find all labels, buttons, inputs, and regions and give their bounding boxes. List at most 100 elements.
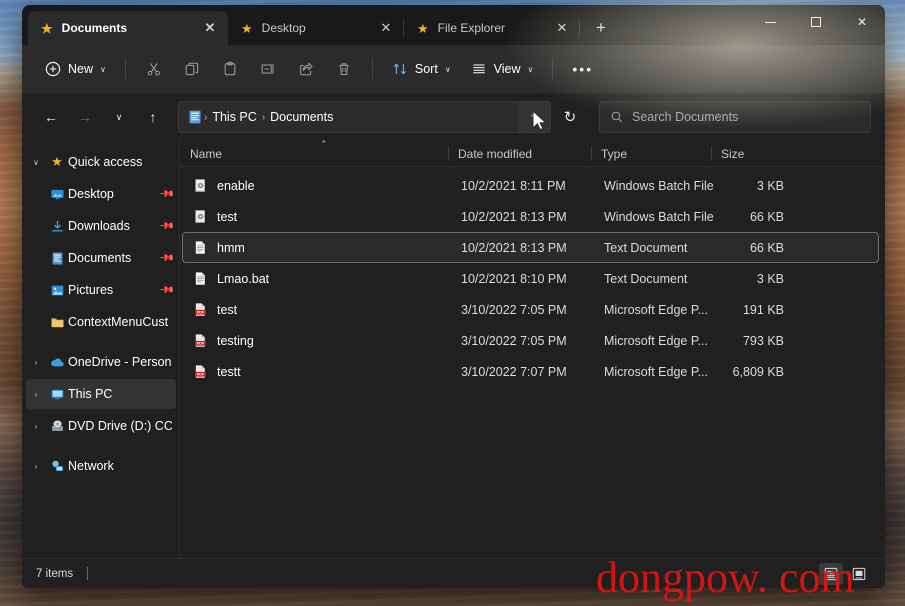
details-view-button[interactable] [819,562,843,585]
svg-text:PDF: PDF [197,341,205,346]
search-input[interactable]: Search Documents [632,110,738,124]
sidebar-item-this-pc[interactable]: › This PC [26,379,176,409]
column-header-name[interactable]: Name ⌃ [180,139,448,166]
close-window-button[interactable]: ✕ [839,5,885,39]
sidebar-item-pictures[interactable]: Pictures 📌 [26,275,176,305]
cut-button[interactable] [136,53,172,85]
sidebar-item-quick-access[interactable]: ∨ ★ Quick access [26,147,176,177]
file-name-cell: hmm [183,240,451,255]
chevron-right-icon[interactable]: › [26,390,46,399]
sidebar-item-network[interactable]: › Network [26,451,176,481]
pin-icon[interactable]: 📌 [157,218,174,235]
pin-icon[interactable]: 📌 [157,250,174,267]
pin-icon[interactable]: 📌 [157,282,174,299]
sidebar-item-desktop[interactable]: Desktop 📌 [26,179,176,209]
column-header-date-modified[interactable]: Date modified [448,141,591,166]
maximize-button[interactable] [793,5,839,39]
table-row[interactable]: PDF testing 3/10/2022 7:05 PM Microsoft … [182,325,879,356]
onedrive-icon [46,354,68,370]
chevron-right-icon[interactable]: › [26,422,46,431]
large-icons-view-button[interactable] [847,563,871,585]
paste-button[interactable] [212,53,248,85]
address-bar[interactable]: › This PC › Documents ∨ [178,101,551,133]
documents-icon [46,251,68,266]
more-options-button[interactable]: ••• [563,53,602,85]
close-icon[interactable]: ✕ [374,16,398,40]
search-icon [611,111,623,123]
file-size-cell: 66 KB [749,209,784,224]
address-dropdown-button[interactable]: ∨ [518,102,550,132]
new-tab-button[interactable]: + [586,13,616,43]
tab-label: Documents [61,21,127,35]
table-row[interactable]: test 10/2/2021 8:13 PM Windows Batch Fil… [182,201,879,232]
table-row[interactable]: Lmao.bat 10/2/2021 8:10 PM Text Document… [182,263,879,294]
minimize-button[interactable] [747,5,793,39]
file-list-pane: Name ⌃ Date modified Type Size enable 10… [180,139,885,558]
sidebar-item-label: OneDrive - Personal [68,355,172,369]
sidebar-item-onedrive[interactable]: › OneDrive - Personal [26,347,176,377]
refresh-button[interactable]: ↻ [555,102,585,132]
file-name-cell: PDF testing [183,333,451,348]
clipboard-icon [224,61,236,76]
table-row[interactable]: enable 10/2/2021 8:11 PM Windows Batch F… [182,170,879,201]
breadcrumb-documents[interactable]: Documents [266,110,337,124]
table-row[interactable]: PDF testt 3/10/2022 7:07 PM Microsoft Ed… [182,356,879,387]
column-header-type[interactable]: Type [591,141,711,166]
sidebar-item-dvd-drive[interactable]: › DVD Drive (D:) CCCO [26,411,176,441]
file-size-cell: 6,809 KB [732,364,784,379]
details-view-icon [824,567,838,580]
star-icon: ★ [51,154,63,169]
sort-button-label: Sort [414,62,438,76]
file-date-cell: 3/10/2022 7:05 PM [461,302,567,317]
file-type-cell: Text Document [604,271,688,286]
pictures-icon [46,283,68,298]
file-type-cell: Microsoft Edge P... [604,302,708,317]
copy-icon [185,62,198,76]
close-icon[interactable]: ✕ [550,16,574,40]
file-name-cell: test [183,209,451,224]
tab-desktop[interactable]: ★ Desktop ✕ [228,11,404,45]
address-bar-row: ← → ∨ ↑ › This PC › Documents ∨ ↻ Search… [22,93,885,141]
back-button[interactable]: ← [36,102,66,132]
large-icons-view-icon [852,567,866,580]
toolbar-divider [552,59,554,79]
tab-file-explorer[interactable]: ★ File Explorer ✕ [404,11,580,45]
breadcrumb-this-pc[interactable]: This PC [208,110,260,124]
share-button[interactable] [288,53,324,85]
copy-button[interactable] [174,53,210,85]
new-button[interactable]: New ∨ [36,53,115,85]
chevron-right-icon[interactable]: › [26,462,46,471]
forward-button[interactable]: → [70,102,100,132]
status-divider [87,567,89,580]
tab-label: File Explorer [437,21,506,35]
column-headers: Name ⌃ Date modified Type Size [180,139,885,167]
column-header-size[interactable]: Size [711,141,791,166]
recent-locations-button[interactable]: ∨ [104,102,134,132]
close-icon[interactable]: ✕ [198,16,222,40]
chevron-down-icon: ∨ [100,64,106,74]
file-date-cell: 10/2/2021 8:11 PM [461,178,566,193]
table-row[interactable]: hmm 10/2/2021 8:13 PM Text Document 66 K… [182,232,879,263]
text-document-icon [195,241,205,254]
view-button[interactable]: View ∨ [462,53,543,85]
delete-button[interactable] [326,53,362,85]
chevron-right-icon[interactable]: › [26,358,46,367]
view-button-label: View [493,62,521,76]
table-row[interactable]: PDF test 3/10/2022 7:05 PM Microsoft Edg… [182,294,879,325]
pdf-file-icon: PDF [195,334,206,347]
tab-documents[interactable]: ★ Documents ✕ [28,11,228,45]
sidebar-item-contextmenucust[interactable]: ContextMenuCust [26,307,176,337]
sidebar-item-documents[interactable]: Documents 📌 [26,243,176,273]
sidebar-item-label: Quick access [68,155,143,169]
documents-folder-icon [189,110,201,124]
search-box[interactable]: Search Documents [599,101,871,133]
dvd-drive-icon [46,419,68,434]
rename-button[interactable] [250,53,286,85]
sidebar-item-downloads[interactable]: Downloads 📌 [26,211,176,241]
command-bar: New ∨ Sort ∨ View ∨ ••• [22,45,885,93]
chevron-down-icon[interactable]: ∨ [26,158,46,167]
sort-button[interactable]: Sort ∨ [383,53,460,85]
pin-icon[interactable]: 📌 [157,186,174,203]
batch-file-icon [195,210,205,223]
up-button[interactable]: ↑ [138,102,168,132]
